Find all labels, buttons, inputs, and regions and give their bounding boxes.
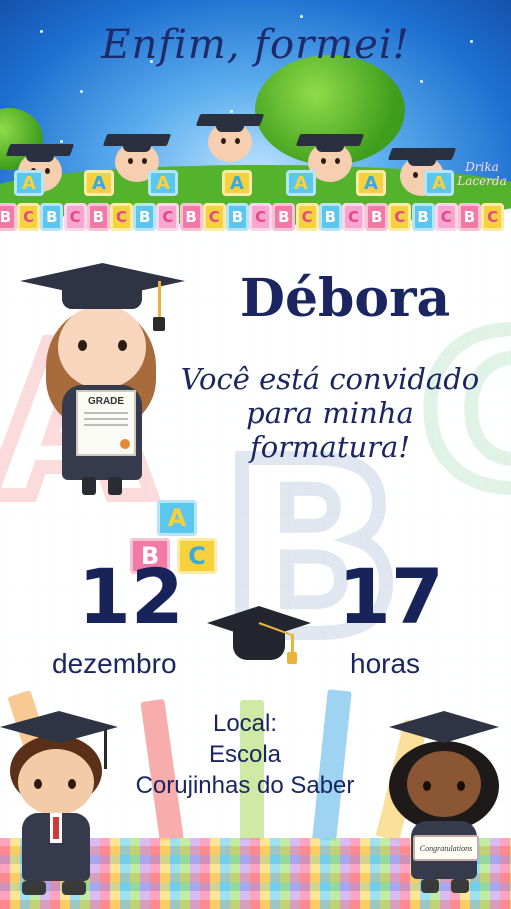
block-c-icon: C <box>249 203 273 231</box>
block-c-icon: C <box>388 203 412 231</box>
boy-graduate-illustration <box>0 705 118 900</box>
block-a-icon: A <box>222 170 252 196</box>
graduate-kid-3 <box>195 108 265 168</box>
block-a-icon: A <box>356 170 386 196</box>
block-c-icon: C <box>434 203 458 231</box>
block-a-icon: A <box>424 170 454 196</box>
block-c-icon: C <box>202 203 226 231</box>
block-b-icon: B <box>272 203 296 231</box>
block-c-icon: C <box>17 203 41 231</box>
block-a-icon: A <box>286 170 316 196</box>
block-b-icon: B <box>0 203 17 231</box>
invite-line: Você está convidado <box>180 362 480 396</box>
location-line: Corujinhas do Saber <box>135 772 355 799</box>
invite-line: formatura! <box>250 430 410 464</box>
event-location: Local: Escola Corujinhas do Saber <box>100 708 390 801</box>
event-month: dezembro <box>52 648 177 679</box>
block-a-icon: A <box>14 170 44 196</box>
invitation-card: A B C Enfim, formei! Drika Lacerda <box>0 0 511 909</box>
block-c-icon: C <box>110 203 133 231</box>
block-b-icon: B <box>226 203 249 231</box>
block-a-icon: A <box>148 170 178 196</box>
block-b-icon: B <box>133 203 157 231</box>
location-label: Local: <box>212 710 278 737</box>
block-b-icon: B <box>40 203 64 231</box>
diploma-text: GRADE <box>87 396 125 407</box>
block-b-icon: B <box>365 203 389 231</box>
block-c-icon: C <box>295 203 319 231</box>
invite-line: para minha <box>246 396 414 430</box>
block-c-icon: C <box>63 203 87 231</box>
congratulations-sign-text: Congratulations <box>419 843 473 853</box>
header-title: Enfim, formei! <box>101 22 410 68</box>
graduate-name: Débora <box>239 268 451 329</box>
artist-watermark: Drika Lacerda <box>457 160 507 188</box>
block-c-icon: C <box>342 203 365 231</box>
event-time-unit: horas <box>350 648 421 679</box>
block-b-icon: B <box>411 203 435 231</box>
block-c-icon: C <box>481 203 505 231</box>
girl-graduate-right-illustration: Congratulations <box>385 705 505 900</box>
graduation-cap-icon <box>207 600 311 670</box>
event-day: 12 <box>78 552 184 641</box>
block-b-icon: B <box>458 203 481 231</box>
block-a-icon: A <box>157 500 197 536</box>
invite-message: Você está convidado para minha formatura… <box>160 362 500 464</box>
location-line: Escola <box>208 741 282 768</box>
block-b-icon: B <box>318 203 342 231</box>
block-c-icon: C <box>156 203 180 231</box>
block-a-icon: A <box>84 170 114 196</box>
block-b-icon: B <box>86 203 110 231</box>
block-b-icon: B <box>179 203 203 231</box>
event-time: 17 <box>338 552 444 641</box>
